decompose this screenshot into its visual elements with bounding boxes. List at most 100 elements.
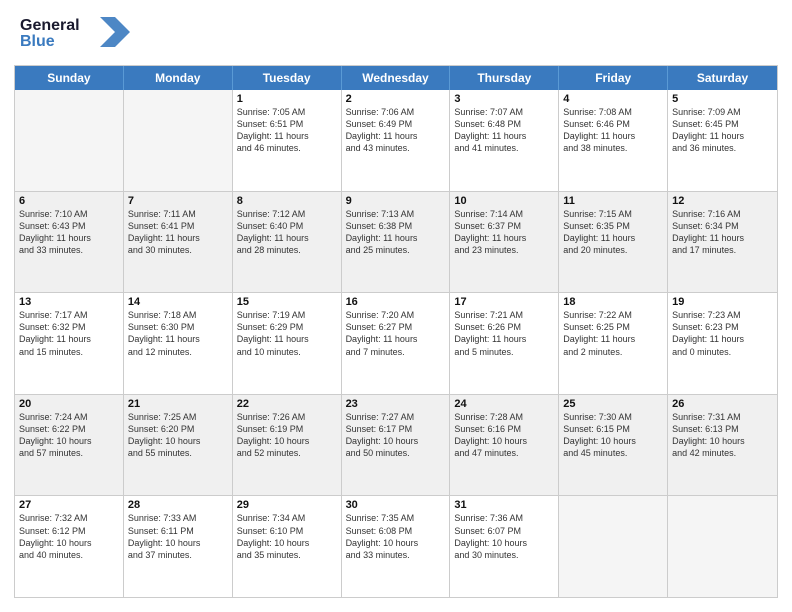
calendar-cell: 2Sunrise: 7:06 AMSunset: 6:49 PMDaylight… xyxy=(342,90,451,191)
cell-info: Sunrise: 7:20 AMSunset: 6:27 PMDaylight:… xyxy=(346,309,446,358)
calendar-cell xyxy=(668,496,777,597)
day-number: 11 xyxy=(563,195,663,207)
cell-info: Sunrise: 7:18 AMSunset: 6:30 PMDaylight:… xyxy=(128,309,228,358)
day-number: 3 xyxy=(454,93,554,105)
calendar-cell: 26Sunrise: 7:31 AMSunset: 6:13 PMDayligh… xyxy=(668,395,777,496)
day-number: 8 xyxy=(237,195,337,207)
cell-info: Sunrise: 7:24 AMSunset: 6:22 PMDaylight:… xyxy=(19,411,119,460)
cell-info: Sunrise: 7:14 AMSunset: 6:37 PMDaylight:… xyxy=(454,208,554,257)
calendar-cell: 9Sunrise: 7:13 AMSunset: 6:38 PMDaylight… xyxy=(342,192,451,293)
cell-info: Sunrise: 7:12 AMSunset: 6:40 PMDaylight:… xyxy=(237,208,337,257)
cell-info: Sunrise: 7:21 AMSunset: 6:26 PMDaylight:… xyxy=(454,309,554,358)
calendar-cell xyxy=(559,496,668,597)
cell-info: Sunrise: 7:27 AMSunset: 6:17 PMDaylight:… xyxy=(346,411,446,460)
day-number: 25 xyxy=(563,398,663,410)
cell-info: Sunrise: 7:11 AMSunset: 6:41 PMDaylight:… xyxy=(128,208,228,257)
day-number: 23 xyxy=(346,398,446,410)
calendar-cell: 20Sunrise: 7:24 AMSunset: 6:22 PMDayligh… xyxy=(15,395,124,496)
logo: General Blue xyxy=(20,12,130,57)
calendar-week-1: 1Sunrise: 7:05 AMSunset: 6:51 PMDaylight… xyxy=(15,90,777,192)
day-number: 14 xyxy=(128,296,228,308)
day-number: 31 xyxy=(454,499,554,511)
day-number: 22 xyxy=(237,398,337,410)
calendar-cell: 22Sunrise: 7:26 AMSunset: 6:19 PMDayligh… xyxy=(233,395,342,496)
cell-info: Sunrise: 7:22 AMSunset: 6:25 PMDaylight:… xyxy=(563,309,663,358)
logo-svg: General Blue xyxy=(20,12,130,52)
day-number: 16 xyxy=(346,296,446,308)
calendar-cell: 27Sunrise: 7:32 AMSunset: 6:12 PMDayligh… xyxy=(15,496,124,597)
calendar-cell: 10Sunrise: 7:14 AMSunset: 6:37 PMDayligh… xyxy=(450,192,559,293)
day-number: 15 xyxy=(237,296,337,308)
header-day-wednesday: Wednesday xyxy=(342,66,451,90)
day-number: 10 xyxy=(454,195,554,207)
day-number: 9 xyxy=(346,195,446,207)
svg-text:Blue: Blue xyxy=(20,33,55,50)
calendar-week-3: 13Sunrise: 7:17 AMSunset: 6:32 PMDayligh… xyxy=(15,293,777,395)
calendar-cell: 11Sunrise: 7:15 AMSunset: 6:35 PMDayligh… xyxy=(559,192,668,293)
day-number: 7 xyxy=(128,195,228,207)
calendar-cell: 5Sunrise: 7:09 AMSunset: 6:45 PMDaylight… xyxy=(668,90,777,191)
cell-info: Sunrise: 7:23 AMSunset: 6:23 PMDaylight:… xyxy=(672,309,773,358)
day-number: 21 xyxy=(128,398,228,410)
calendar-cell: 16Sunrise: 7:20 AMSunset: 6:27 PMDayligh… xyxy=(342,293,451,394)
day-number: 13 xyxy=(19,296,119,308)
calendar-cell: 30Sunrise: 7:35 AMSunset: 6:08 PMDayligh… xyxy=(342,496,451,597)
header-day-sunday: Sunday xyxy=(15,66,124,90)
day-number: 2 xyxy=(346,93,446,105)
day-number: 4 xyxy=(563,93,663,105)
day-number: 12 xyxy=(672,195,773,207)
day-number: 5 xyxy=(672,93,773,105)
svg-text:General: General xyxy=(20,17,80,34)
calendar-cell: 7Sunrise: 7:11 AMSunset: 6:41 PMDaylight… xyxy=(124,192,233,293)
calendar: SundayMondayTuesdayWednesdayThursdayFrid… xyxy=(14,65,778,598)
day-number: 17 xyxy=(454,296,554,308)
cell-info: Sunrise: 7:08 AMSunset: 6:46 PMDaylight:… xyxy=(563,106,663,155)
day-number: 24 xyxy=(454,398,554,410)
day-number: 19 xyxy=(672,296,773,308)
day-number: 18 xyxy=(563,296,663,308)
cell-info: Sunrise: 7:32 AMSunset: 6:12 PMDaylight:… xyxy=(19,512,119,561)
calendar-week-5: 27Sunrise: 7:32 AMSunset: 6:12 PMDayligh… xyxy=(15,496,777,597)
calendar-week-2: 6Sunrise: 7:10 AMSunset: 6:43 PMDaylight… xyxy=(15,192,777,294)
calendar-week-4: 20Sunrise: 7:24 AMSunset: 6:22 PMDayligh… xyxy=(15,395,777,497)
calendar-cell: 29Sunrise: 7:34 AMSunset: 6:10 PMDayligh… xyxy=(233,496,342,597)
day-number: 20 xyxy=(19,398,119,410)
cell-info: Sunrise: 7:05 AMSunset: 6:51 PMDaylight:… xyxy=(237,106,337,155)
header-day-tuesday: Tuesday xyxy=(233,66,342,90)
day-number: 28 xyxy=(128,499,228,511)
header-day-friday: Friday xyxy=(559,66,668,90)
cell-info: Sunrise: 7:15 AMSunset: 6:35 PMDaylight:… xyxy=(563,208,663,257)
calendar-cell: 13Sunrise: 7:17 AMSunset: 6:32 PMDayligh… xyxy=(15,293,124,394)
cell-info: Sunrise: 7:17 AMSunset: 6:32 PMDaylight:… xyxy=(19,309,119,358)
cell-info: Sunrise: 7:30 AMSunset: 6:15 PMDaylight:… xyxy=(563,411,663,460)
calendar-cell: 17Sunrise: 7:21 AMSunset: 6:26 PMDayligh… xyxy=(450,293,559,394)
calendar-body: 1Sunrise: 7:05 AMSunset: 6:51 PMDaylight… xyxy=(15,90,777,597)
calendar-cell: 14Sunrise: 7:18 AMSunset: 6:30 PMDayligh… xyxy=(124,293,233,394)
cell-info: Sunrise: 7:34 AMSunset: 6:10 PMDaylight:… xyxy=(237,512,337,561)
calendar-cell: 31Sunrise: 7:36 AMSunset: 6:07 PMDayligh… xyxy=(450,496,559,597)
day-number: 26 xyxy=(672,398,773,410)
calendar-cell: 24Sunrise: 7:28 AMSunset: 6:16 PMDayligh… xyxy=(450,395,559,496)
calendar-cell: 19Sunrise: 7:23 AMSunset: 6:23 PMDayligh… xyxy=(668,293,777,394)
cell-info: Sunrise: 7:25 AMSunset: 6:20 PMDaylight:… xyxy=(128,411,228,460)
cell-info: Sunrise: 7:28 AMSunset: 6:16 PMDaylight:… xyxy=(454,411,554,460)
day-number: 6 xyxy=(19,195,119,207)
cell-info: Sunrise: 7:35 AMSunset: 6:08 PMDaylight:… xyxy=(346,512,446,561)
calendar-cell: 4Sunrise: 7:08 AMSunset: 6:46 PMDaylight… xyxy=(559,90,668,191)
cell-info: Sunrise: 7:16 AMSunset: 6:34 PMDaylight:… xyxy=(672,208,773,257)
day-number: 1 xyxy=(237,93,337,105)
cell-info: Sunrise: 7:13 AMSunset: 6:38 PMDaylight:… xyxy=(346,208,446,257)
calendar-cell: 18Sunrise: 7:22 AMSunset: 6:25 PMDayligh… xyxy=(559,293,668,394)
cell-info: Sunrise: 7:36 AMSunset: 6:07 PMDaylight:… xyxy=(454,512,554,561)
calendar-header: SundayMondayTuesdayWednesdayThursdayFrid… xyxy=(15,66,777,90)
header: General Blue xyxy=(0,0,792,65)
cell-info: Sunrise: 7:31 AMSunset: 6:13 PMDaylight:… xyxy=(672,411,773,460)
calendar-cell: 28Sunrise: 7:33 AMSunset: 6:11 PMDayligh… xyxy=(124,496,233,597)
calendar-cell: 8Sunrise: 7:12 AMSunset: 6:40 PMDaylight… xyxy=(233,192,342,293)
header-day-monday: Monday xyxy=(124,66,233,90)
calendar-cell xyxy=(15,90,124,191)
day-number: 29 xyxy=(237,499,337,511)
header-day-saturday: Saturday xyxy=(668,66,777,90)
calendar-cell: 15Sunrise: 7:19 AMSunset: 6:29 PMDayligh… xyxy=(233,293,342,394)
calendar-cell: 25Sunrise: 7:30 AMSunset: 6:15 PMDayligh… xyxy=(559,395,668,496)
